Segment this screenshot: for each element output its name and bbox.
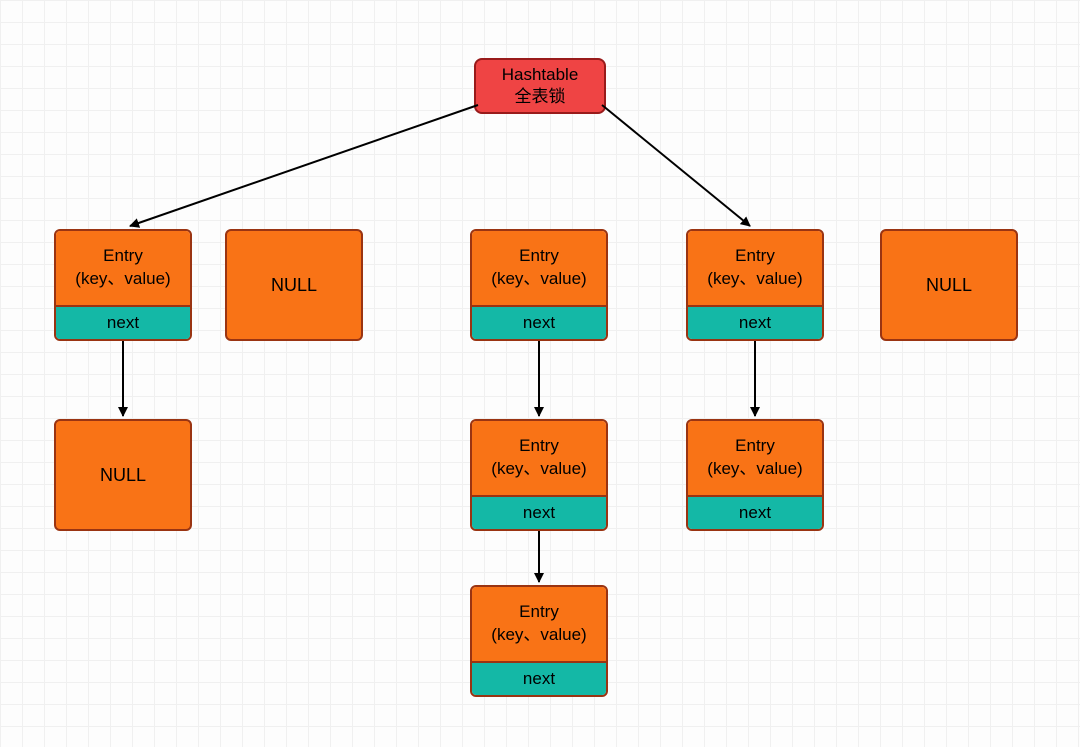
bucket-3-entry: Entry (key、value) next xyxy=(686,229,824,341)
chain-2-1-kv: (key、value) xyxy=(491,458,586,481)
chain-3-1-title: Entry xyxy=(735,435,775,458)
bucket-2-kv: (key、value) xyxy=(491,268,586,291)
root-subtitle: 全表锁 xyxy=(515,86,566,108)
root-title: Hashtable xyxy=(502,64,579,86)
chain-3-1-kv: (key、value) xyxy=(707,458,802,481)
bucket-1-label: NULL xyxy=(271,275,317,296)
chain-2-2-title: Entry xyxy=(519,601,559,624)
chain-2-2-body: Entry (key、value) xyxy=(472,587,606,661)
chain-2-1-next: next xyxy=(472,495,606,529)
bucket-3-kv: (key、value) xyxy=(707,268,802,291)
bucket-4-label: NULL xyxy=(926,275,972,296)
bucket-2-title: Entry xyxy=(519,245,559,268)
bucket-0-title: Entry xyxy=(103,245,143,268)
bucket-2-next: next xyxy=(472,305,606,339)
arrow-root-bucket3 xyxy=(602,105,750,226)
bucket-1-null: NULL xyxy=(225,229,363,341)
chain-2-2-next: next xyxy=(472,661,606,695)
chain-3-1-body: Entry (key、value) xyxy=(688,421,822,495)
chain-2-1-body: Entry (key、value) xyxy=(472,421,606,495)
bucket-0-entry: Entry (key、value) next xyxy=(54,229,192,341)
chain-3-1-entry: Entry (key、value) next xyxy=(686,419,824,531)
chain-0-1-null: NULL xyxy=(54,419,192,531)
chain-3-1-next: next xyxy=(688,495,822,529)
bucket-4-null: NULL xyxy=(880,229,1018,341)
chain-0-1-label: NULL xyxy=(100,465,146,486)
bucket-0-kv: (key、value) xyxy=(75,268,170,291)
bucket-3-body: Entry (key、value) xyxy=(688,231,822,305)
chain-2-2-entry: Entry (key、value) next xyxy=(470,585,608,697)
chain-2-1-title: Entry xyxy=(519,435,559,458)
bucket-2-entry: Entry (key、value) next xyxy=(470,229,608,341)
chain-2-1-entry: Entry (key、value) next xyxy=(470,419,608,531)
root-node: Hashtable 全表锁 xyxy=(474,58,606,114)
bucket-2-body: Entry (key、value) xyxy=(472,231,606,305)
bucket-0-next: next xyxy=(56,305,190,339)
bucket-3-title: Entry xyxy=(735,245,775,268)
bucket-3-next: next xyxy=(688,305,822,339)
arrow-root-bucket0 xyxy=(130,105,478,226)
bucket-0-body: Entry (key、value) xyxy=(56,231,190,305)
chain-2-2-kv: (key、value) xyxy=(491,624,586,647)
